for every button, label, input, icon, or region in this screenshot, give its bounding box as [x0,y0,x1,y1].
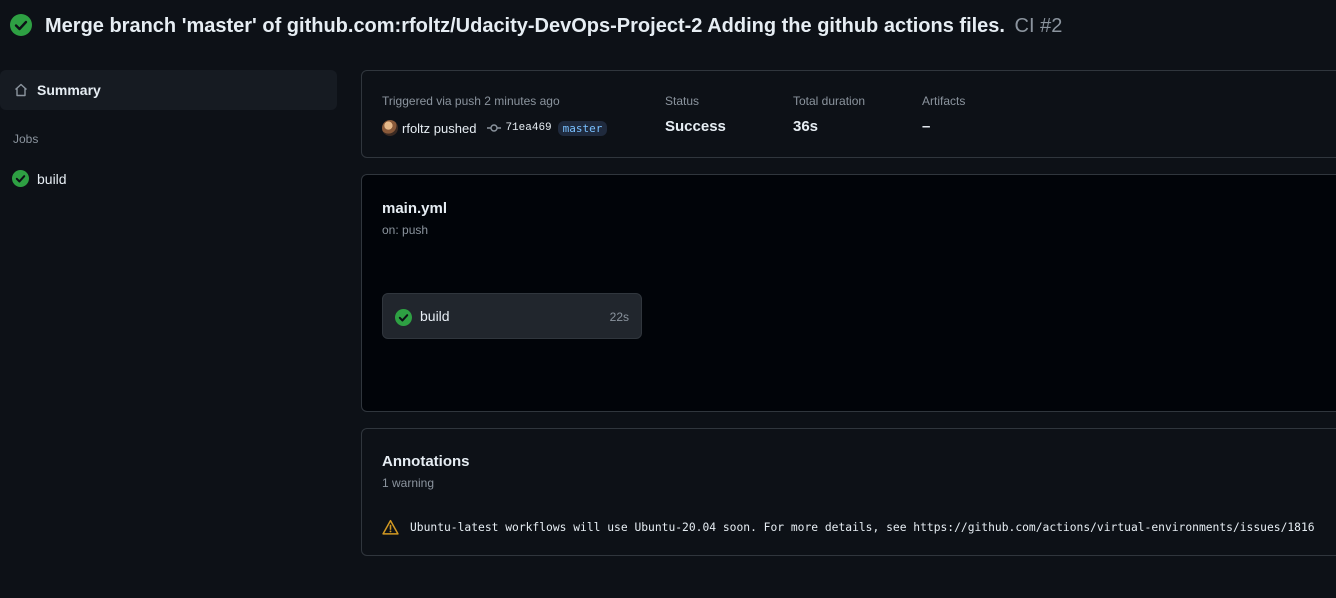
annotation-item[interactable]: Ubuntu-latest workflows will use Ubuntu-… [382,519,1336,537]
sidebar-item-label: Summary [37,82,101,98]
duration-label: Total duration [793,94,866,108]
duration-value: 36s [793,118,819,135]
sidebar-item-build[interactable]: build [0,166,337,190]
job-duration: 22s [609,310,629,324]
annotations-count: 1 warning [382,476,435,490]
workflow-graph-panel: main.yml on: push build 22s [361,174,1336,412]
check-circle-icon [12,170,29,187]
avatar[interactable] [382,120,398,136]
actor-text: rfoltz pushed [402,120,477,136]
commit-sha-link[interactable]: 71ea469 [505,122,551,134]
workflow-name: main.yml [382,200,448,217]
annotations-title: Annotations [382,453,470,470]
status-label: Status [665,94,700,108]
annotations-panel: Annotations 1 warning Ubuntu-latest work… [361,428,1336,556]
check-circle-icon [395,309,412,326]
branch-badge[interactable]: master [557,120,608,136]
commit-title: Merge branch 'master' of github.com:rfol… [45,15,1005,37]
page-title: Merge branch 'master' of github.com:rfol… [45,15,1062,38]
commit-icon [487,124,502,132]
job-label: build [420,308,450,324]
workflow-event: on: push [382,223,429,237]
trigger-label: Triggered via push 2 minutes ago [382,94,560,108]
jobs-heading: Jobs [13,132,39,146]
job-card-build[interactable]: build 22s [382,293,642,339]
home-icon [15,83,27,97]
sidebar-item-label: build [37,171,67,187]
sidebar-item-summary[interactable]: Summary [0,70,337,110]
artifacts-label: Artifacts [922,94,966,108]
check-circle-icon [10,14,32,36]
artifacts-value: – [922,118,931,135]
trigger-details: rfoltz pushed 71ea469 master [382,118,608,138]
annotation-message: Ubuntu-latest workflows will use Ubuntu-… [410,521,1315,534]
warning-icon [382,519,399,535]
status-value: Success [665,118,726,135]
run-number: CI #2 [1014,15,1063,37]
run-header: Merge branch 'master' of github.com:rfol… [0,0,1336,56]
run-info-panel: Triggered via push 2 minutes ago rfoltz … [361,70,1336,158]
